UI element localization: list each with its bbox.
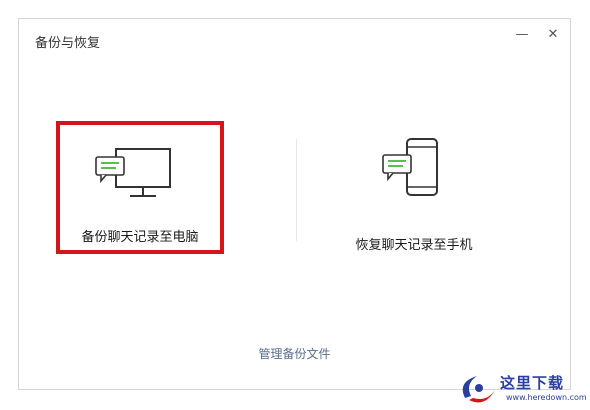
- phone-chat-icon: [382, 138, 438, 196]
- watermark-logo-icon: [462, 376, 495, 403]
- backup-to-pc-option[interactable]: 备份聊天记录至电脑: [56, 121, 224, 254]
- restore-to-phone-option[interactable]: 恢复聊天记录至手机: [339, 129, 489, 254]
- computer-chat-icon: [95, 148, 171, 197]
- backup-restore-dialog: 备份与恢复 — ✕ 备份聊天记录至电脑 恢复聊天记录至手机 管理备份文件: [18, 18, 571, 390]
- site-watermark: 这里下载 www.heredown.com: [455, 368, 587, 408]
- minimize-button[interactable]: —: [515, 28, 529, 42]
- watermark-url: www.heredown.com: [506, 393, 587, 402]
- watermark-text: 这里下载: [500, 374, 565, 392]
- manage-backup-files-link[interactable]: 管理备份文件: [19, 345, 570, 362]
- restore-to-phone-label: 恢复聊天记录至手机: [355, 238, 473, 253]
- backup-to-pc-label: 备份聊天记录至电脑: [81, 230, 199, 245]
- dialog-title: 备份与恢复: [35, 36, 101, 51]
- options-divider: [296, 139, 297, 241]
- close-button[interactable]: ✕: [546, 28, 560, 42]
